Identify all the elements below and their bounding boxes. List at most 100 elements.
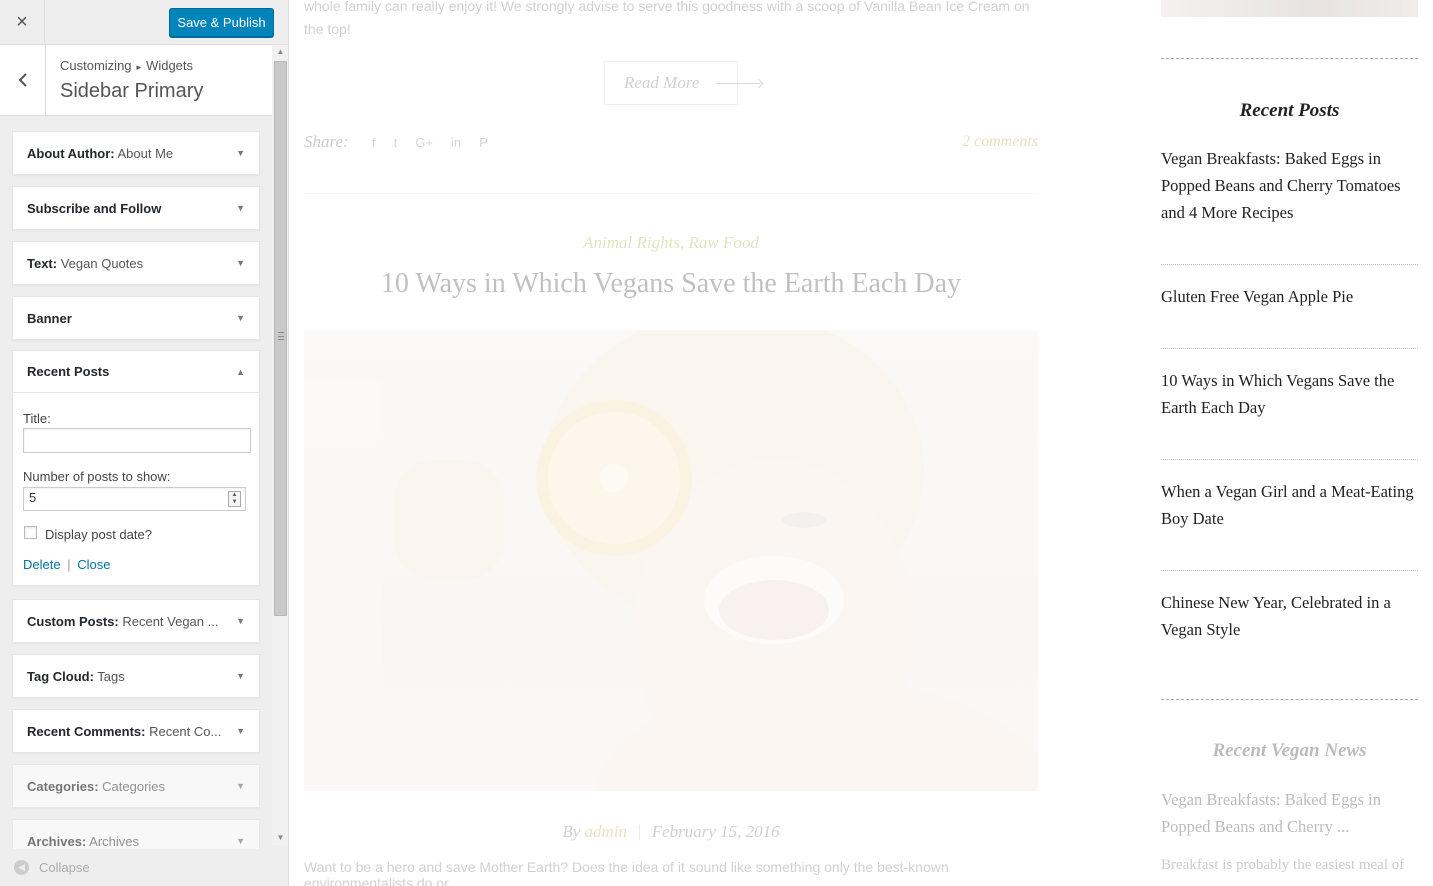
post-meta: By admin | February 15, 2016 [304,822,1038,842]
expand-arrow-icon[interactable]: ▼ [236,671,245,681]
post-excerpt-start: Want to be a hero and save Mother Earth?… [304,859,949,886]
recent-post-link[interactable]: When a Vegan Girl and a Meat-Eating Boy … [1161,478,1418,532]
widget-subtitle: Recent Vegan ... [118,613,219,629]
close-icon: × [16,11,28,33]
save-publish-button[interactable]: Save & Publish [169,8,274,37]
meta-separator: | [637,822,642,841]
news-excerpt: Breakfast is probably the easiest meal o… [1161,857,1405,873]
widget-subtitle: Tags [93,668,125,684]
close-customizer-button[interactable]: × [0,0,45,45]
widget-subtitle: About Me [114,145,174,161]
widget-subtitle: Vegan Quotes [57,255,144,271]
panel-header: × Save & Publish [0,0,288,45]
recent-posts-title: Recent Posts [1239,100,1340,121]
scroll-thumb[interactable] [274,61,287,616]
expand-arrow-icon[interactable]: ▼ [236,258,245,268]
title-label: Title: [23,411,51,426]
expand-arrow-icon[interactable]: ▼ [236,781,245,791]
widget-custom-posts[interactable]: Custom Posts: Recent Vegan ... ▼ [12,599,260,643]
widget-name: Subscribe and Follow [27,200,162,216]
comments-link[interactable]: 2 comments [962,133,1038,151]
title-input[interactable] [23,428,251,453]
facebook-icon[interactable]: f [372,135,376,150]
pinterest-icon[interactable]: P [479,135,488,150]
post-categories[interactable]: Animal Rights, Raw Food [304,233,1038,253]
panel-scrollbar[interactable]: ▲ ▼ [272,45,288,845]
post-separator [1161,348,1418,349]
author-link[interactable]: admin [585,822,628,841]
meta-by: By [562,822,585,841]
widget-name: Custom Posts: [27,613,119,629]
widget-actions: Delete | Close [23,557,110,572]
widget-text-vegan-quotes[interactable]: Text: Vegan Quotes ▼ [12,241,260,285]
post-count-input[interactable]: 5 ▲ ▼ [23,487,246,511]
widget-recent-comments[interactable]: Recent Comments: Recent Co... ▼ [12,709,260,753]
expand-arrow-icon[interactable]: ▼ [236,836,245,846]
crumb-separator-icon: ▸ [136,62,142,72]
twitter-icon[interactable]: t [394,135,398,150]
post-title[interactable]: 10 Ways in Which Vegans Save the Earth E… [304,268,1038,300]
recent-news-widget: Recent Vegan News Vegan Breakfasts: Bake… [1161,690,1418,886]
site-preview: whole family can really enjoy it! We str… [290,0,1433,886]
crumb-widgets: Widgets [146,58,194,73]
section-header: Customizing ▸ Widgets Sidebar Primary [0,45,272,116]
count-label: Number of posts to show: [23,469,171,484]
widget-header[interactable]: Banner ▼ [13,297,259,339]
post-featured-image[interactable] [304,330,1038,791]
scroll-up-icon[interactable]: ▲ [272,45,288,59]
widget-tag-cloud[interactable]: Tag Cloud: Tags ▼ [12,654,260,698]
widget-banner[interactable]: Banner ▼ [12,296,260,340]
expand-arrow-icon[interactable]: ▼ [236,616,245,626]
widget-header[interactable]: Recent Posts ▲ [13,351,259,393]
blog-main-column: whole family can really enjoy it! We str… [304,0,1038,886]
close-link[interactable]: Close [77,557,110,572]
scroll-down-icon[interactable]: ▼ [272,831,288,845]
display-date-checkbox[interactable] [24,526,37,539]
post-count-value: 5 [29,490,37,505]
expand-arrow-icon[interactable]: ▼ [236,203,245,213]
widget-subtitle: Recent Co... [145,723,222,739]
widget-header[interactable]: Subscribe and Follow ▼ [13,187,259,229]
widget-header[interactable]: Tag Cloud: Tags ▼ [13,655,259,697]
widget-header[interactable]: About Author: About Me ▼ [13,132,259,174]
post-separator [1161,264,1418,265]
post-separator [1161,570,1418,571]
expand-arrow-icon[interactable]: ▼ [236,726,245,736]
widget-about-author[interactable]: About Author: About Me ▼ [12,131,260,175]
google-plus-icon[interactable]: G+ [415,135,433,150]
widget-name: About Author: [27,145,115,161]
widget-name: Banner [27,310,72,326]
delete-link[interactable]: Delete [23,557,61,572]
recent-post-link[interactable]: Gluten Free Vegan Apple Pie [1161,283,1418,310]
spinner-arrows-icon[interactable]: ▲ ▼ [228,491,241,507]
recent-post-link[interactable]: 10 Ways in Which Vegans Save the Earth E… [1161,367,1418,421]
display-date-label[interactable]: Display post date? [45,527,152,542]
widget-header[interactable]: Custom Posts: Recent Vegan ... ▼ [13,600,259,642]
link-separator: | [67,557,71,572]
widget-categories[interactable]: Categories: Categories ▼ [12,764,260,808]
widget-header[interactable]: Categories: Categories ▼ [13,765,259,807]
collapse-label: Collapse [39,860,90,875]
widget-subscribe-follow[interactable]: Subscribe and Follow ▼ [12,186,260,230]
recent-post-link[interactable]: Chinese New Year, Celebrated in a Vegan … [1161,589,1418,643]
share-icons: f t G+ in P [372,135,488,150]
collapse-sidebar-button[interactable]: ◀ Collapse [0,849,288,886]
recent-post-link[interactable]: Vegan Breakfasts: Baked Eggs in Popped B… [1161,145,1418,226]
collapse-arrow-icon[interactable]: ▲ [236,367,245,377]
expand-arrow-icon[interactable]: ▼ [236,313,245,323]
widget-name: Recent Comments: [27,723,146,739]
sidebar-banner-image[interactable] [1161,0,1418,17]
widget-name: Text: [27,255,58,271]
arrow-right-icon [716,83,761,84]
widget-header[interactable]: Recent Comments: Recent Co... ▼ [13,710,259,752]
linkedin-icon[interactable]: in [451,135,461,150]
collapse-icon: ◀ [14,860,29,875]
post-date: February 15, 2016 [651,822,780,841]
back-button[interactable] [0,45,46,115]
grip-icon [278,332,284,340]
widget-header[interactable]: Text: Vegan Quotes ▼ [13,242,259,284]
read-more-button[interactable]: Read More [604,61,761,105]
expand-arrow-icon[interactable]: ▼ [236,148,245,158]
news-post-link[interactable]: Vegan Breakfasts: Baked Eggs in Popped B… [1161,786,1418,840]
post-separator [1161,459,1418,460]
